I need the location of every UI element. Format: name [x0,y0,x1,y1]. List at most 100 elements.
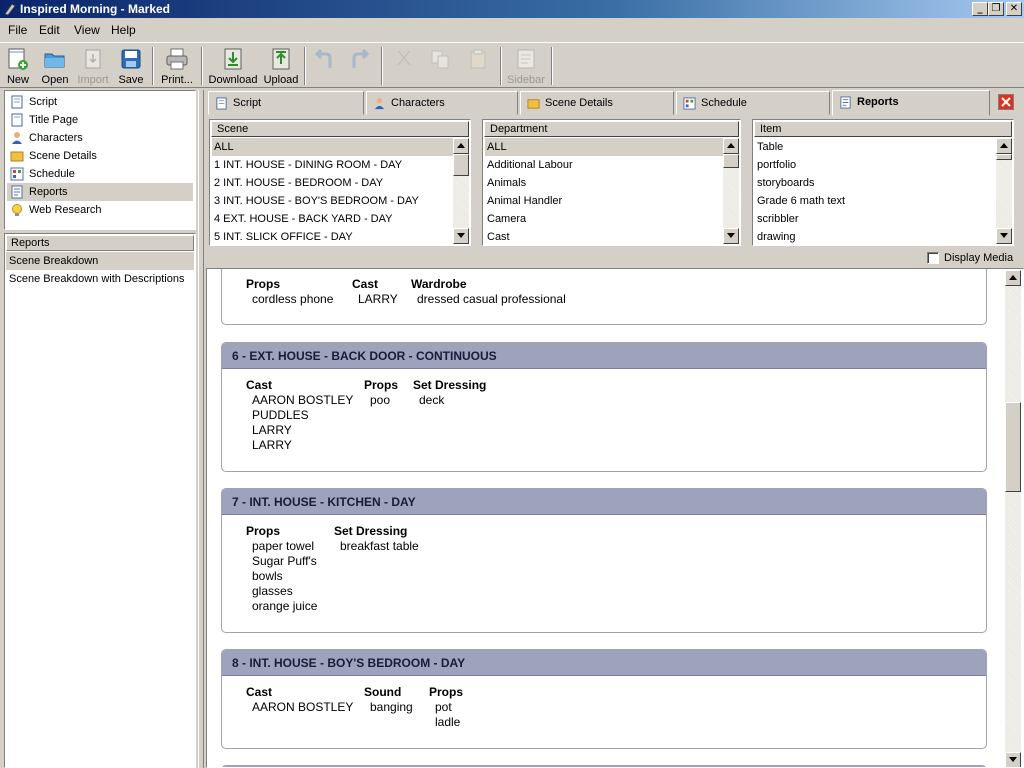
report-item-scene-breakdown-descriptions[interactable]: Scene Breakdown with Descriptions [6,270,194,288]
arrow-up-icon [1009,275,1017,280]
display-media-label: Display Media [944,252,1014,264]
scene-column-header[interactable]: Scene [211,121,469,137]
panel-splitter[interactable] [198,90,204,768]
list-item[interactable]: Animal Handler [485,192,724,210]
redo-button[interactable] [346,45,374,87]
title-page-icon [11,113,23,127]
scene-card: 6 - EXT. HOUSE - BACK DOOR - CONTINUOUS … [221,342,987,472]
list-item[interactable]: Animals [485,174,724,192]
scene-details-icon [10,151,24,162]
scroll-thumb[interactable] [1005,402,1021,492]
list-item[interactable]: Table [755,138,997,156]
list-item[interactable]: 2 INT. HOUSE - BEDROOM - DAY [212,174,454,192]
list-item[interactable]: Camera [485,210,724,228]
menu-help[interactable]: Help [111,23,136,37]
report-column: Set Dressing breakfast table [334,524,419,554]
app-icon [4,3,16,16]
print-button[interactable]: Print... [158,45,196,87]
list-item[interactable]: Additional Labour [485,156,724,174]
tab-scene-details[interactable]: Scene Details [520,91,674,115]
scroll-up-button[interactable] [723,138,739,154]
item-list-scrollbar[interactable] [996,138,1012,244]
tab-schedule[interactable]: Schedule [676,91,830,115]
menu-edit[interactable]: Edit [39,23,60,37]
open-label: Open [41,74,69,86]
scroll-down-button[interactable] [453,228,469,244]
nav-item-title-page[interactable]: Title Page [7,111,193,129]
column-header: Wardrobe [411,277,467,291]
download-button[interactable]: Download [207,45,259,87]
nav-item-scene-details[interactable]: Scene Details [7,147,193,165]
paste-button[interactable] [464,45,492,87]
scroll-up-button[interactable] [1005,270,1021,286]
import-label: Import [77,74,109,86]
minimize-button[interactable]: _ [972,2,988,16]
report-item-scene-breakdown[interactable]: Scene Breakdown [6,252,194,270]
item-filter-list[interactable]: Item Table portfolio storyboards Grade 6… [752,119,1014,246]
list-item[interactable]: scribbler [755,210,997,228]
column-value: LARRY [252,423,292,437]
scene-filter-list[interactable]: Scene ALL 1 INT. HOUSE - DINING ROOM - D… [209,119,471,246]
menu-view[interactable]: View [74,23,100,37]
scene-list-scrollbar[interactable] [453,138,469,244]
display-media-checkbox[interactable] [927,252,939,264]
column-header: Sound [364,685,402,699]
nav-item-web-research[interactable]: Web Research [7,201,193,219]
list-item[interactable]: storyboards [755,174,997,192]
scroll-thumb[interactable] [453,154,469,176]
department-column-header[interactable]: Department [484,121,739,137]
list-item[interactable]: Cast [485,228,724,246]
scroll-down-button[interactable] [723,228,739,244]
column-value: AARON BOSTLEY [252,393,354,407]
save-button[interactable]: Save [115,45,147,87]
report-scrollbar[interactable] [1005,270,1021,767]
list-item[interactable]: ALL [212,138,454,156]
download-label: Download [208,74,258,86]
open-button[interactable]: Open [38,45,72,87]
list-item[interactable]: 5 INT. SLICK OFFICE - DAY [212,228,454,246]
tab-reports[interactable]: Reports [832,90,990,116]
list-item[interactable]: drawing [755,228,997,246]
restore-button[interactable]: ❐ [988,2,1004,16]
list-item[interactable]: 1 INT. HOUSE - DINING ROOM - DAY [212,156,454,174]
person-icon [12,132,22,144]
scene-card-title: 7 - INT. HOUSE - KITCHEN - DAY [222,489,986,515]
nav-item-characters[interactable]: Characters [7,129,193,147]
tab-script[interactable]: Script [208,91,364,115]
view-tabs: Script Characters Scene Details Schedule… [206,90,1024,116]
scroll-thumb[interactable] [723,154,739,168]
import-button[interactable]: Import [75,45,111,87]
reports-list-panel: Reports Scene Breakdown Scene Breakdown … [4,233,196,768]
undo-button[interactable] [310,45,338,87]
cut-button[interactable] [390,45,418,87]
scroll-up-button[interactable] [453,138,469,154]
copy-button[interactable] [426,45,454,87]
arrow-up-icon [727,143,735,148]
sidebar-button[interactable]: Sidebar [505,45,547,87]
item-column-header[interactable]: Item [754,121,1012,137]
scroll-up-button[interactable] [996,138,1012,154]
close-tab-button[interactable] [998,94,1014,110]
new-button[interactable]: New [2,45,34,87]
list-item[interactable]: 4 EXT. HOUSE - BACK YARD - DAY [212,210,454,228]
tab-characters[interactable]: Characters [366,91,518,115]
nav-item-schedule[interactable]: Schedule [7,165,193,183]
scroll-thumb[interactable] [996,154,1012,160]
nav-item-script[interactable]: Script [7,93,193,111]
list-item[interactable]: Grade 6 math text [755,192,997,210]
report-column: Wardrobe dressed casual professional [411,277,566,307]
department-filter-list[interactable]: Department ALL Additional Labour Animals… [482,119,741,246]
scroll-down-button[interactable] [1005,752,1021,767]
close-button[interactable]: ✕ [1006,2,1022,16]
report-column: Props pot ladle [429,685,463,730]
scene-card: 7 - INT. HOUSE - KITCHEN - DAY Props pap… [221,488,987,633]
list-item[interactable]: ALL [485,138,724,156]
list-item[interactable]: 3 INT. HOUSE - BOY'S BEDROOM - DAY [212,192,454,210]
upload-button[interactable]: Upload [262,45,300,87]
person-icon [374,97,385,110]
menu-file[interactable]: File [8,23,27,37]
scroll-down-button[interactable] [996,228,1012,244]
nav-item-reports[interactable]: Reports [7,183,193,201]
list-item[interactable]: portfolio [755,156,997,174]
department-list-scrollbar[interactable] [723,138,739,244]
